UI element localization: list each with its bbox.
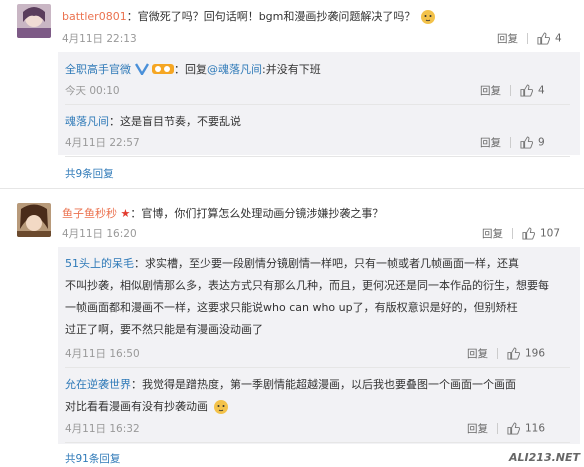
divider [65,367,570,368]
username[interactable]: 51头上的呆毛 [65,257,134,270]
divider [65,442,570,443]
like-count: 116 [525,422,546,435]
reply-text-line: 过正了啊，要不然只能是有漫画没动画了 [65,323,263,336]
mention-link[interactable]: @魂落凡间 [207,63,262,76]
reply-button[interactable]: 回复 [467,421,488,436]
reply-prefix: ：回复 [174,63,207,76]
star-badge-icon: ★ [120,207,131,220]
divider [497,423,498,434]
reply-text-line: 一帧画面都和漫画不一样，这要求只能说who can who up了，有版权意识是… [65,301,518,314]
reply-time: 今天 00:10 [65,85,120,97]
username[interactable]: battler0801 [62,10,127,23]
username[interactable]: 魂落凡间 [65,115,109,128]
reply-time: 4月11日 22:57 [65,137,140,149]
dog-emoji-icon [419,9,437,25]
divider [65,104,570,105]
member-badge-icon [152,63,174,78]
like-count: 196 [525,347,546,360]
like-count: 107 [540,227,561,240]
comment-time: 4月11日 22:13 [62,33,137,45]
thumbs-up-icon [507,347,520,360]
verified-v-icon [134,62,149,78]
thumbs-up-icon [522,227,535,240]
dog-emoji-icon [212,399,230,415]
reply-button[interactable]: 回复 [482,226,503,241]
username[interactable]: 鱼子鱼秒秒 [62,207,117,220]
reply-button[interactable]: 回复 [480,135,501,150]
reply-time: 4月11日 16:50 [65,348,140,360]
like-count: 4 [555,32,562,45]
like-button[interactable]: 9 [520,136,545,149]
thumbs-up-icon [520,84,533,97]
comment-text: ：官博，你们打算怎么处理动画分镜涉嫌抄袭之事？ [130,207,384,220]
username[interactable]: 全职高手官微 [65,63,131,76]
reply-button[interactable]: 回复 [480,83,501,98]
watermark-logo: ALI213.NET [509,451,580,464]
reply-button[interactable]: 回复 [467,346,488,361]
comment-time: 4月11日 16:20 [62,228,137,240]
more-replies-link[interactable]: 共9条回复 [65,166,114,181]
reply-text: ：这是盲目节奏，不要乱说 [109,115,241,128]
like-button[interactable]: 116 [507,422,545,435]
reply-text-line: ：我觉得是蹭热度，第一季剧情能超越漫画，以后我也要叠图一个画面一个画面 [131,378,516,391]
thumbs-up-icon [537,32,550,45]
like-button[interactable]: 196 [507,347,545,360]
like-button[interactable]: 4 [520,84,545,97]
divider [527,33,528,44]
reply-button[interactable]: 回复 [497,31,518,46]
divider [0,188,584,189]
like-button[interactable]: 107 [522,227,560,240]
username[interactable]: 允在逆袭世界 [65,378,131,391]
divider [510,85,511,96]
reply-text-line: ：求实槽，至少要一段剧情分镜剧情一样吧，只有一帧或者几帧画面一样，还真 [134,257,519,270]
like-count: 4 [538,84,545,97]
more-replies-link[interactable]: 共91条回复 [65,451,120,466]
avatar[interactable] [17,4,51,38]
divider [497,348,498,359]
like-count: 9 [538,136,545,149]
thumbs-up-icon [507,422,520,435]
reply-text: :并没有下班 [262,63,321,76]
comment-text: ：官微死了吗？回句话啊！bgm和漫画抄袭问题解决了吗？ [126,10,416,23]
reply-text-line: 不叫抄袭，相似剧情那么多，表达方式只有那么几种，而且，更何况还是同一本作品的衍生… [65,279,549,292]
reply-text-line: 对比看看漫画有没有抄袭动画 [65,400,208,413]
divider [510,137,511,148]
thumbs-up-icon [520,136,533,149]
divider [65,156,570,157]
like-button[interactable]: 4 [537,32,562,45]
reply-time: 4月11日 16:32 [65,423,140,435]
avatar[interactable] [17,203,51,237]
divider [512,228,513,239]
